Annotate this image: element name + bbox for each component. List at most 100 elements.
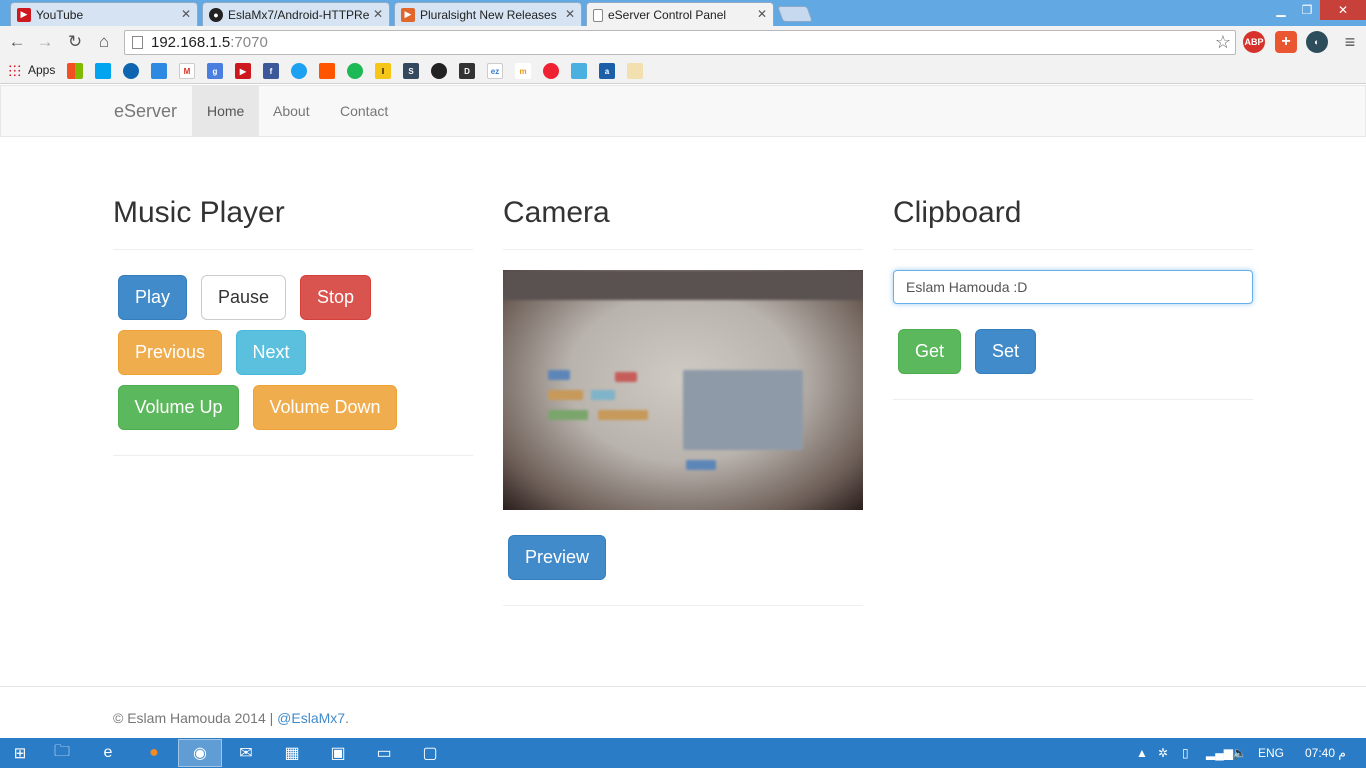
windows-icon[interactable] (95, 63, 111, 79)
imdb-icon[interactable]: I (375, 63, 391, 79)
next-button[interactable]: Next (236, 330, 306, 375)
firefox-icon[interactable]: ● (132, 739, 176, 767)
volume-down-button[interactable]: Volume Down (253, 385, 397, 430)
window-app-icon[interactable]: ▢ (408, 739, 452, 767)
adblock-plus-icon[interactable]: ABP (1243, 31, 1265, 53)
bird-app-icon[interactable] (571, 63, 587, 79)
camera-section: Camera (503, 195, 863, 250)
tab-youtube[interactable]: ▶ YouTube ✕ (10, 2, 198, 26)
colorful-app-icon[interactable] (543, 63, 559, 79)
start-windows-icon[interactable]: ⊞ (0, 739, 40, 767)
mail-icon[interactable]: ✉ (224, 739, 268, 767)
get-button[interactable]: Get (898, 329, 961, 374)
reload-icon[interactable]: ↻ (64, 31, 86, 53)
clock[interactable]: 07:40 م (1305, 738, 1346, 768)
footer-twitter-link[interactable]: @EslaMx7 (277, 710, 345, 726)
footer: © Eslam Hamouda 2014 | @EslaMx7. (0, 686, 1366, 738)
d-app-icon[interactable]: D (459, 63, 475, 79)
a-app-icon[interactable]: a (599, 63, 615, 79)
back-arrow-icon[interactable]: ← (6, 31, 28, 53)
nav-contact[interactable]: Contact (325, 86, 403, 136)
nav-about[interactable]: About (258, 86, 325, 136)
clock-time: 07:40 (1305, 746, 1336, 760)
home-icon[interactable]: ⌂ (93, 31, 115, 53)
pause-button[interactable]: Pause (201, 275, 286, 320)
tab-label: Pluralsight New Releases (420, 7, 557, 22)
ez-app-icon[interactable]: ez (487, 63, 503, 79)
new-tab-button[interactable] (777, 6, 813, 22)
volume-icon[interactable]: 🔈 (1232, 738, 1247, 768)
address-bar[interactable]: 192.168.1.5:7070 ☆ (124, 30, 1236, 55)
remote-desktop-icon[interactable]: ▣ (316, 739, 360, 767)
tab-label: YouTube (36, 7, 84, 22)
show-hidden-icons-icon[interactable]: ▲ (1136, 738, 1148, 768)
twitter-icon[interactable] (291, 63, 307, 79)
google-plus-extension-icon[interactable]: + (1275, 31, 1297, 53)
onedrive-icon[interactable] (123, 63, 139, 79)
address-port: :7070 (230, 34, 268, 51)
nav-home[interactable]: Home (192, 86, 260, 136)
stop-button[interactable]: Stop (300, 275, 371, 320)
close-icon[interactable]: ✕ (757, 7, 767, 21)
camera-photo-detail (598, 410, 648, 420)
camera-photo-detail (548, 410, 588, 420)
camera-photo-detail (686, 460, 716, 470)
tab-label: EslaMx7/Android-HTTPRe (228, 7, 370, 22)
tab-pluralsight[interactable]: ▶ Pluralsight New Releases ✕ (394, 2, 582, 26)
camera-title: Camera (503, 196, 610, 229)
apps-grid-icon[interactable] (8, 64, 21, 77)
battery-icon[interactable]: ▯ (1182, 738, 1189, 768)
tab-github[interactable]: ● EslaMx7/Android-HTTPRe ✕ (202, 2, 390, 26)
media-center-icon[interactable]: ▦ (270, 739, 314, 767)
camera-photo-detail (615, 372, 637, 382)
file-explorer-icon[interactable]: 🗀 (40, 739, 84, 767)
spotify-icon[interactable] (347, 63, 363, 79)
globe-extension-icon[interactable]: ◐ (1306, 31, 1328, 53)
dropbox-icon[interactable] (151, 63, 167, 79)
apps-label[interactable]: Apps (28, 63, 55, 77)
close-window-button[interactable]: ✕ (1320, 0, 1366, 20)
internet-explorer-icon[interactable]: e (86, 739, 130, 767)
camera-photo-detail (548, 390, 583, 400)
gmail-icon[interactable]: M (179, 63, 195, 79)
forward-arrow-icon[interactable]: → (34, 31, 56, 53)
preview-button[interactable]: Preview (508, 535, 606, 580)
camera-photo-detail (548, 370, 570, 380)
google-icon[interactable]: g (207, 63, 223, 79)
github-icon: ● (209, 7, 223, 22)
adblock-label: ABP (1244, 37, 1264, 47)
chrome-icon[interactable]: ◉ (178, 739, 222, 767)
menu-icon[interactable]: ≡ (1339, 31, 1361, 53)
set-button[interactable]: Set (975, 329, 1036, 374)
language-indicator[interactable]: ENG (1258, 738, 1284, 768)
network-tray-icon[interactable]: ✲ (1158, 738, 1168, 768)
close-icon[interactable]: ✕ (181, 7, 191, 21)
youtube-icon: ▶ (17, 7, 31, 22)
tab-eserver[interactable]: eServer Control Panel ✕ (586, 2, 774, 27)
cat-app-icon[interactable] (627, 63, 643, 79)
close-icon[interactable]: ✕ (373, 7, 383, 21)
close-icon[interactable]: ✕ (565, 7, 575, 21)
tab-label: eServer Control Panel (608, 8, 727, 22)
divider (893, 399, 1253, 400)
maximize-button[interactable]: ❐ (1294, 0, 1320, 20)
minimize-button[interactable]: ▁ (1268, 0, 1294, 20)
divider (113, 455, 473, 456)
signal-icon[interactable]: ▂▄▆ (1206, 738, 1233, 768)
camera-photo-detail (591, 390, 615, 400)
volume-up-button[interactable]: Volume Up (118, 385, 239, 430)
scribd-icon[interactable]: S (403, 63, 419, 79)
bookmark-star-icon[interactable]: ☆ (1215, 32, 1231, 53)
command-prompt-icon[interactable]: ▭ (362, 739, 406, 767)
brand-link[interactable]: eServer (114, 101, 177, 122)
facebook-icon[interactable]: f (263, 63, 279, 79)
bookmarks-bar: Apps M g ▶ f I S D ez m a (0, 58, 1366, 84)
previous-button[interactable]: Previous (118, 330, 222, 375)
clipboard-input[interactable]: Eslam Hamouda :D (893, 270, 1253, 304)
m-app-icon[interactable]: m (515, 63, 531, 79)
github-bookmark-icon[interactable] (431, 63, 447, 79)
play-button[interactable]: Play (118, 275, 187, 320)
microsoft-icon[interactable] (67, 63, 83, 79)
soundcloud-icon[interactable] (319, 63, 335, 79)
youtube-bookmark-icon[interactable]: ▶ (235, 63, 251, 79)
